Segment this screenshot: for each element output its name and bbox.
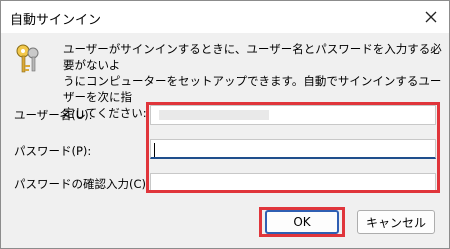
- dialog-title: 自動サインイン: [10, 13, 102, 28]
- close-icon: [425, 11, 437, 23]
- key-icon: [16, 44, 39, 73]
- confirm-password-label: パスワードの確認入力(C):: [14, 177, 150, 191]
- username-label: ユーザー名(U):: [14, 108, 93, 122]
- cancel-button[interactable]: キャンセル: [357, 210, 435, 234]
- title-bar[interactable]: 自動サインイン: [1, 1, 449, 33]
- close-button[interactable]: [417, 3, 445, 31]
- password-label: パスワード(P):: [14, 144, 92, 158]
- highlight-frame-ok: [259, 207, 345, 237]
- highlight-frame-fields: [146, 102, 440, 193]
- auto-signin-dialog: 自動サインイン ユーザーがサインインするときに、ユーザー名とパスワードを入力する…: [0, 0, 450, 249]
